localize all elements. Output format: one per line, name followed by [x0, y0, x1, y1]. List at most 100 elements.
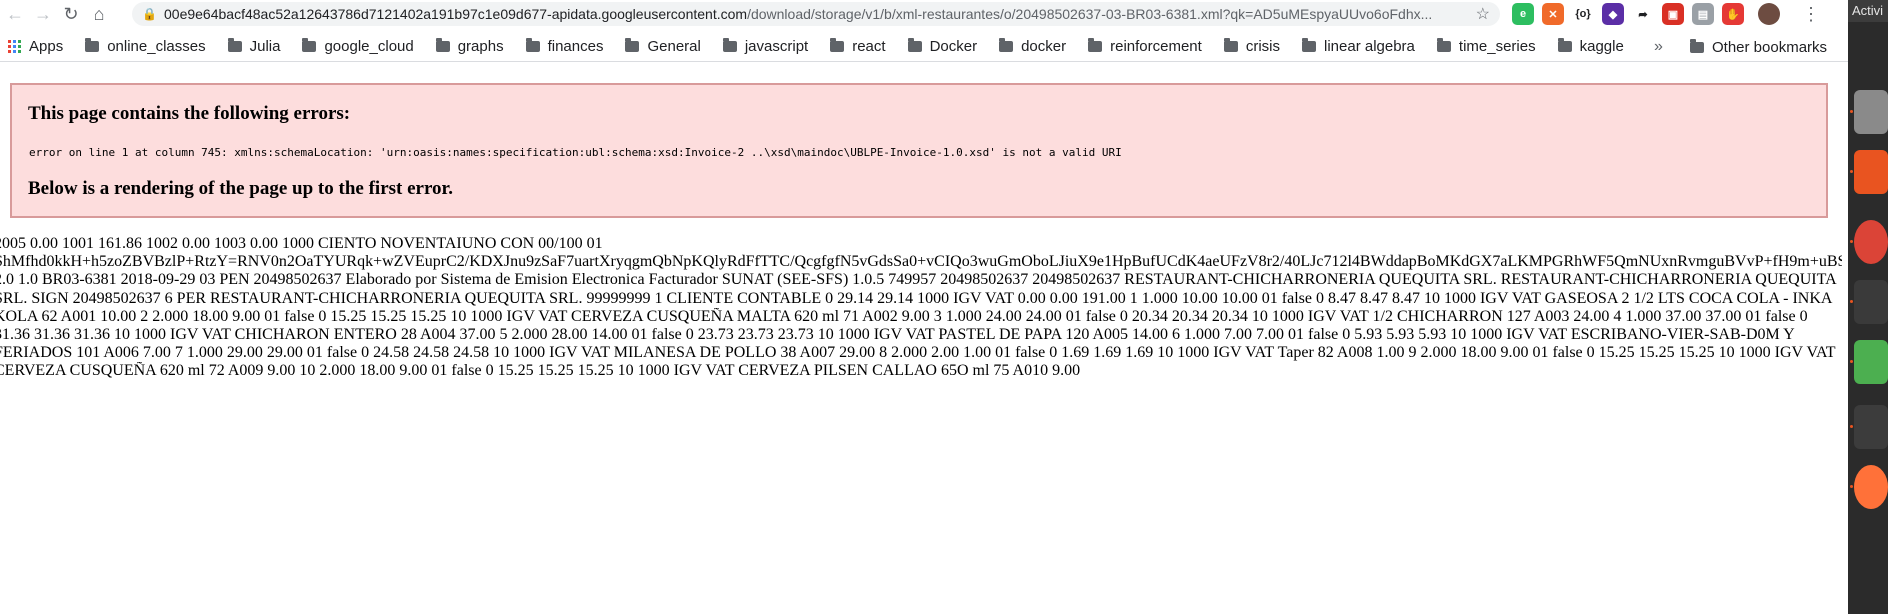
bookmark-label: reinforcement	[1110, 38, 1202, 55]
folder-icon	[302, 38, 317, 52]
bookmark-label: General	[647, 38, 701, 55]
profile-avatar[interactable]	[1758, 3, 1780, 25]
firefox-icon[interactable]	[1854, 465, 1888, 509]
running-indicator	[1850, 240, 1853, 243]
bookmark-label: online_classes	[107, 38, 206, 55]
url-path: /download/storage/v1/b/xml-restaurantes/…	[747, 6, 1433, 22]
folder-icon	[85, 38, 100, 52]
bookmark-folder[interactable]: crisis	[1223, 38, 1280, 55]
folder-icon	[1302, 38, 1316, 52]
xml-text-line: 31.36 31.36 31.36 10 1000 IGV VAT CHICHA…	[0, 325, 1795, 343]
running-indicator	[1850, 300, 1853, 303]
browser-toolbar: ← → ↻ ⌂ 🔒 00e9e64bacf48ac52a12643786d712…	[0, 0, 1848, 28]
running-indicator	[1850, 360, 1853, 363]
folder-icon	[1436, 38, 1451, 52]
bookmark-label: linear algebra	[1324, 38, 1415, 55]
bookmark-folder[interactable]: react	[830, 38, 886, 55]
bookmark-label: javascript	[744, 38, 809, 55]
back-button[interactable]: ←	[2, 1, 28, 27]
arrow-ext-icon[interactable]: ➦	[1632, 3, 1654, 25]
bookmark-label: Docker	[929, 38, 978, 55]
xml-text-line: 2.0 1.0 BR03-6381 2018-09-29 03 PEN 2049…	[0, 271, 1837, 289]
url-host: 00e9e64bacf48ac52a12643786d7121402a191b9…	[164, 6, 748, 22]
folder-icon	[227, 38, 242, 52]
bookmark-folder[interactable]: Docker	[907, 38, 978, 55]
bookmark-label: graphs	[457, 38, 504, 55]
bookmark-folder[interactable]: reinforcement	[1088, 38, 1202, 55]
chrome-icon[interactable]	[1854, 220, 1888, 264]
bookmark-apps[interactable]: Apps	[0, 38, 63, 55]
forward-arrow-icon: →	[34, 3, 52, 24]
bookmark-star-icon[interactable]: ☆	[1476, 4, 1490, 24]
bookmark-folder[interactable]: docker	[999, 38, 1066, 55]
rendered-xml-text: 2005 0.00 1001 161.86 1002 0.00 1003 0.0…	[0, 235, 1842, 381]
xml-text-line: FERIADOS 101 A006 7.00 7 1.000 29.00 29.…	[0, 344, 1836, 362]
xml-text-line: CERVEZA CUSQUEÑA 620 ml 72 A009 9.00 10 …	[0, 362, 1081, 380]
address-bar[interactable]: 🔒 00e9e64bacf48ac52a12643786d7121402a191…	[132, 2, 1500, 26]
bookmark-folder[interactable]: google_cloud	[302, 38, 414, 55]
forward-button[interactable]: →	[30, 1, 56, 27]
bookmark-folder[interactable]: online_classes	[85, 38, 206, 55]
json-ext-icon[interactable]: {o}	[1572, 3, 1594, 25]
adblock-icon[interactable]: ✋	[1722, 3, 1744, 25]
running-indicator	[1850, 110, 1853, 113]
spider-icon[interactable]	[1854, 405, 1888, 449]
bookmarks-overflow-button[interactable]: »	[1654, 32, 1663, 62]
bookmark-folder[interactable]: kaggle	[1557, 38, 1624, 55]
bookmark-label: finances	[547, 38, 604, 55]
red-ext-icon[interactable]: ▣	[1662, 3, 1684, 25]
browser-menu-button[interactable]: ⋮	[1802, 4, 1820, 25]
other-bookmarks-folder[interactable]: Other bookmarks	[1690, 32, 1827, 62]
grey-ext-icon[interactable]: ▤	[1692, 3, 1714, 25]
purple-hex-icon[interactable]: ◆	[1602, 3, 1624, 25]
back-arrow-icon: ←	[6, 3, 24, 24]
xml-text-line: SRL. SIGN 20498502637 6 PER RESTAURANT-C…	[0, 289, 1833, 307]
bookmark-label: kaggle	[1579, 38, 1624, 55]
lock-icon: 🔒	[142, 7, 157, 21]
reload-icon: ↻	[63, 3, 79, 24]
activities-button[interactable]: Activi	[1848, 0, 1888, 22]
bookmark-label: docker	[1021, 38, 1067, 55]
bookmark-folder[interactable]: finances	[525, 38, 604, 55]
bookmark-label: Other bookmarks	[1712, 38, 1828, 56]
error-title: This page contains the following errors:	[28, 103, 351, 124]
bookmark-folder[interactable]: time_series	[1436, 38, 1536, 55]
files-icon[interactable]	[1854, 90, 1888, 134]
running-indicator	[1850, 485, 1853, 488]
home-button[interactable]: ⌂	[86, 1, 112, 27]
folder-icon	[435, 38, 450, 52]
folder-icon	[1557, 38, 1572, 52]
error-below-heading: Below is a rendering of the page up to t…	[28, 178, 453, 199]
apps-grid-icon	[8, 40, 21, 53]
xml-text-line: ShMfhd0kkH+h5zoZBVBzlP+RtzY=RNV0n2OaTYUR…	[0, 253, 1842, 271]
folder-icon	[999, 38, 1014, 52]
extensions-area: e ✕ {o} ◆ ➦ ▣ ▤ ✋ ⋮	[1512, 3, 1820, 25]
atom-icon[interactable]	[1854, 340, 1888, 384]
reload-button[interactable]: ↻	[58, 1, 84, 27]
bookmark-folder[interactable]: graphs	[435, 38, 504, 55]
home-icon: ⌂	[93, 3, 105, 24]
running-indicator	[1850, 170, 1853, 173]
bookmark-folder[interactable]: General	[625, 38, 701, 55]
software-center-icon[interactable]	[1854, 150, 1888, 194]
bookmark-folder[interactable]: javascript	[722, 38, 809, 55]
folder-icon	[1088, 38, 1103, 52]
bookmark-label: Apps	[29, 38, 64, 55]
bookmark-label: Julia	[249, 38, 281, 55]
bookmark-label: time_series	[1458, 38, 1536, 55]
orange-ext-icon[interactable]: ✕	[1542, 3, 1564, 25]
folder-icon	[1690, 38, 1704, 53]
folder-icon	[907, 38, 922, 52]
folder-icon	[722, 38, 737, 52]
error-message: error on line 1 at column 745: xmlns:sch…	[29, 146, 1122, 159]
bookmark-folder[interactable]: Julia	[227, 38, 281, 55]
xml-text-line: 2005 0.00 1001 161.86 1002 0.00 1003 0.0…	[0, 235, 603, 252]
folder-icon	[1223, 38, 1238, 52]
folder-icon	[525, 38, 540, 52]
bookmarks-bar: Apps online_classes Julia google_cloud grap…	[0, 32, 1848, 62]
bookmark-folder[interactable]: linear algebra	[1302, 38, 1415, 55]
evernote-icon[interactable]: e	[1512, 3, 1534, 25]
xml-error-box: This page contains the following errors:…	[10, 83, 1828, 218]
folder-icon	[625, 38, 640, 52]
terminal-icon[interactable]	[1854, 280, 1888, 324]
